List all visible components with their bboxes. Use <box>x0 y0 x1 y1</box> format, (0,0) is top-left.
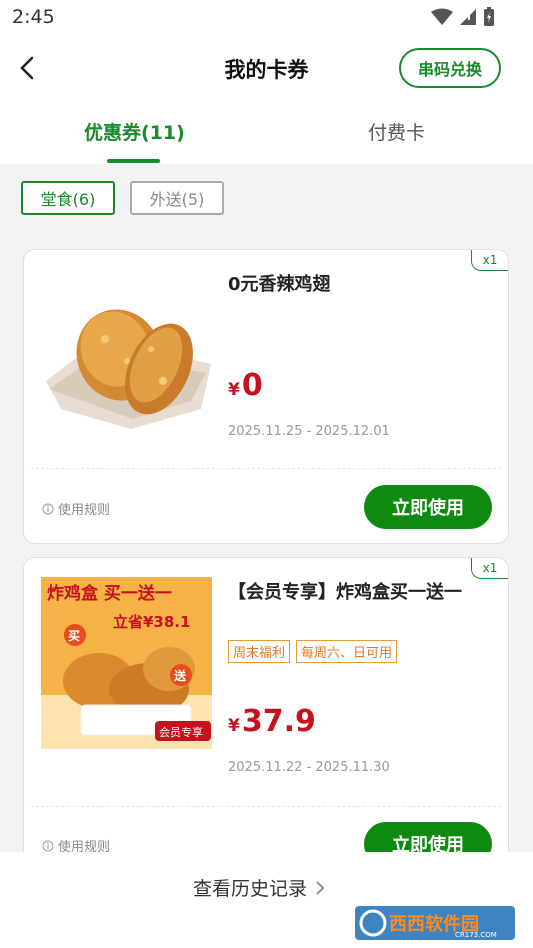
coupon-card: x1 0元香辣鸡翅 ¥0 2025.11.25 - 2025.12.01 使用规… <box>23 249 509 544</box>
tab-paid-cards[interactable]: 付费卡 <box>368 118 425 145</box>
filter-dine-in[interactable]: 堂食(6) <box>21 181 115 215</box>
currency-symbol: ¥ <box>228 380 240 400</box>
validity-dates: 2025.11.25 - 2025.12.01 <box>228 424 390 439</box>
info-icon <box>42 840 54 851</box>
wifi-icon <box>431 8 453 25</box>
rules-label: 使用规则 <box>58 503 111 518</box>
chevron-right-icon <box>316 880 325 895</box>
status-icons <box>431 7 495 27</box>
signal-icon <box>460 9 476 25</box>
price-value: 37.9 <box>241 704 316 739</box>
filter-delivery[interactable]: 外送(5) <box>130 181 224 215</box>
price-value: 0 <box>241 368 263 403</box>
coupon-tags: 周末福利 每周六、日可用 <box>228 640 398 663</box>
card-divider <box>31 468 501 469</box>
use-now-button[interactable]: 立即使用 <box>364 485 492 529</box>
promo-headline: 炸鸡盒 买一送一 <box>47 583 172 604</box>
promo-buy: 买 <box>68 629 80 643</box>
validity-dates: 2025.11.22 - 2025.11.30 <box>228 760 390 775</box>
status-time: 2:45 <box>12 6 55 28</box>
watermark-sub: CR173.COM <box>455 931 497 939</box>
site-watermark-logo: 西西软件园 CR173.COM <box>355 906 515 940</box>
filter-chips: 堂食(6) 外送(5) <box>21 181 224 215</box>
tab-active-indicator <box>107 159 160 163</box>
quantity-badge: x1 <box>471 250 508 271</box>
coupon-title: 0元香辣鸡翅 <box>228 274 331 295</box>
battery-icon <box>484 7 494 26</box>
promo-give: 送 <box>173 668 187 683</box>
quantity-badge: x1 <box>471 558 508 579</box>
promo-member: 会员专享 <box>159 725 203 739</box>
currency-symbol: ¥ <box>228 716 240 736</box>
view-history-link[interactable]: 查看历史记录 <box>193 874 325 901</box>
chicken-wing-image <box>46 309 211 429</box>
tab-bar: 优惠券(11) 付费卡 <box>0 100 533 164</box>
tab-coupons[interactable]: 优惠券(11) <box>84 118 185 145</box>
card-divider <box>31 806 501 807</box>
bottom-bar: 查看历史记录 西西软件园 CR173.COM <box>0 852 533 948</box>
info-icon <box>42 503 54 514</box>
redeem-code-button[interactable]: 串码兑换 <box>399 48 501 88</box>
coupon-price: ¥0 <box>228 368 263 403</box>
app-header: 我的卡券 串码兑换 <box>0 36 533 100</box>
coupon-tag: 每周六、日可用 <box>296 640 398 663</box>
coupon-price: ¥37.9 <box>228 704 316 739</box>
promo-save: 立省¥38.1 <box>113 613 190 631</box>
coupon-title: 【会员专享】炸鸡盒买一送一 <box>228 582 462 603</box>
coupon-tag: 周末福利 <box>228 640 291 663</box>
usage-rules-link[interactable]: 使用规则 <box>42 499 110 518</box>
coupon-card: x1 炸鸡盒 买一送一 立省¥38.1 买 送 会员专享 【会员专享】炸鸡盒买一… <box>23 557 509 877</box>
history-label: 查看历史记录 <box>193 878 308 900</box>
chicken-box-promo-image: 炸鸡盒 买一送一 立省¥38.1 买 送 会员专享 <box>41 577 212 749</box>
status-bar: 2:45 <box>0 0 533 36</box>
